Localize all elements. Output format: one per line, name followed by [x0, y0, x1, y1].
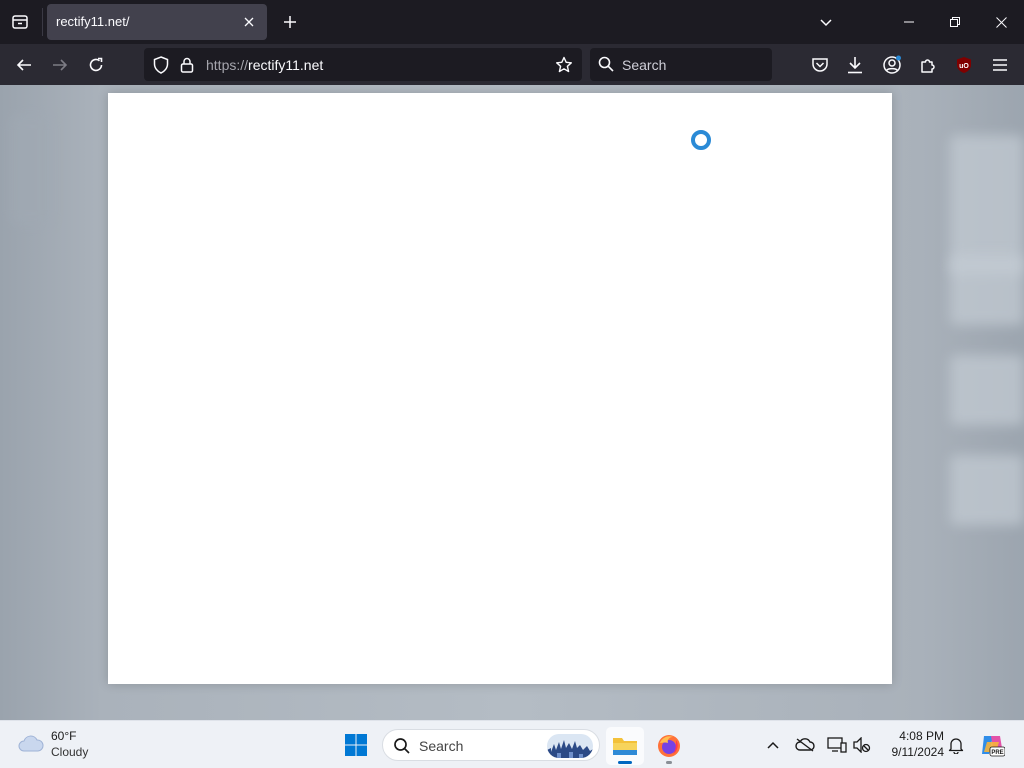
tab-strip: rectify11.net/	[0, 0, 1024, 44]
blurred-background-block	[950, 455, 1024, 525]
tab-close-button[interactable]	[239, 12, 259, 32]
restore-icon	[950, 17, 960, 27]
url-host: rectify11.net	[248, 57, 324, 73]
taskbar-file-explorer[interactable]	[606, 727, 644, 765]
restore-button[interactable]	[932, 0, 978, 44]
url-bar[interactable]: https://rectify11.net	[144, 48, 582, 81]
tracking-protection-button[interactable]	[150, 54, 172, 76]
firefox-view-icon	[12, 15, 28, 29]
pocket-icon	[812, 58, 828, 72]
search-bar[interactable]: Search	[590, 48, 772, 81]
taskbar: 60°F Cloudy Search 4:08 PM 9/11/2024 PRE	[0, 720, 1024, 768]
url-text[interactable]: https://rectify11.net	[206, 57, 323, 73]
back-button[interactable]	[11, 52, 37, 78]
account-button[interactable]	[879, 52, 905, 78]
windows-logo-icon	[345, 734, 367, 756]
list-all-tabs-button[interactable]	[814, 10, 838, 34]
tab-divider	[42, 8, 43, 36]
close-icon	[244, 17, 254, 27]
weather-condition: Cloudy	[51, 745, 89, 759]
bookmark-button[interactable]	[552, 53, 576, 77]
search-placeholder: Search	[622, 57, 667, 73]
chevron-up-icon	[767, 741, 779, 749]
firefox-icon	[658, 735, 680, 757]
page-content	[0, 85, 1024, 720]
svg-text:PRE: PRE	[991, 750, 1003, 756]
copilot-icon: PRE	[982, 736, 1005, 757]
onedrive-tray-icon[interactable]	[793, 733, 817, 757]
minimize-button[interactable]	[886, 0, 932, 44]
ublock-origin-button[interactable]: uO	[951, 52, 977, 78]
bell-icon	[948, 738, 964, 754]
search-icon	[598, 56, 614, 72]
taskbar-firefox[interactable]	[650, 727, 688, 765]
speaker-muted-icon	[853, 737, 871, 753]
ublock-origin-icon: uO	[957, 57, 971, 73]
app-menu-button[interactable]	[987, 52, 1013, 78]
pocket-button[interactable]	[807, 52, 833, 78]
city-skyline-icon	[547, 734, 593, 758]
blurred-background-block	[950, 355, 1024, 425]
weather-widget[interactable]: 60°F Cloudy	[14, 727, 104, 763]
firefox-view-button[interactable]	[8, 10, 32, 34]
taskbar-clock[interactable]: 4:08 PM 9/11/2024	[876, 728, 945, 760]
download-icon	[848, 57, 862, 74]
reload-icon	[89, 57, 103, 72]
extensions-button[interactable]	[915, 52, 941, 78]
show-hidden-icons-button[interactable]	[761, 733, 785, 757]
blurred-background-block	[950, 255, 1024, 325]
forward-button[interactable]	[47, 52, 73, 78]
blurred-background-block	[950, 135, 1024, 275]
cloud-offline-icon	[795, 738, 815, 752]
copilot-button[interactable]: PRE	[978, 731, 1006, 759]
downloads-button[interactable]	[842, 52, 868, 78]
loading-spinner	[691, 130, 711, 150]
puzzle-icon	[921, 59, 935, 73]
notifications-button[interactable]	[944, 733, 968, 757]
volume-tray-icon[interactable]	[850, 733, 874, 757]
url-scheme: https://	[206, 57, 249, 73]
minimize-icon	[904, 21, 914, 23]
account-icon	[883, 55, 901, 74]
running-indicator	[618, 761, 632, 764]
cloud-icon	[18, 735, 44, 752]
star-icon	[556, 56, 572, 73]
network-tray-icon[interactable]	[825, 733, 849, 757]
tab-title: rectify11.net/	[56, 14, 130, 29]
network-icon	[827, 737, 847, 753]
close-icon	[995, 16, 1007, 28]
search-icon	[394, 738, 410, 754]
search-highlight-image	[547, 734, 593, 758]
plus-icon	[284, 16, 296, 28]
shield-icon	[153, 56, 169, 74]
blurred-background-block	[10, 115, 50, 225]
reload-button[interactable]	[83, 52, 109, 78]
running-indicator	[666, 761, 672, 764]
window-close-button[interactable]	[978, 0, 1024, 44]
svg-text:uO: uO	[959, 63, 969, 70]
arrow-right-icon	[53, 59, 68, 71]
taskbar-search-placeholder: Search	[419, 738, 464, 754]
folder-icon	[613, 738, 637, 755]
clock-date: 9/11/2024	[891, 745, 945, 759]
arrow-left-icon	[16, 59, 31, 71]
clock-time: 4:08 PM	[899, 729, 944, 743]
tab-active[interactable]: rectify11.net/	[47, 4, 267, 40]
nav-toolbar: https://rectify11.net Search uO	[0, 44, 1024, 85]
weather-temperature: 60°F	[51, 729, 77, 743]
taskbar-search[interactable]: Search	[382, 729, 600, 761]
hamburger-menu-icon	[993, 59, 1007, 71]
site-info-button[interactable]	[176, 54, 198, 76]
new-tab-button[interactable]	[278, 10, 302, 34]
start-button[interactable]	[340, 729, 372, 761]
chevron-down-icon	[820, 19, 832, 27]
loading-dialog	[108, 93, 892, 684]
lock-icon	[180, 57, 194, 73]
